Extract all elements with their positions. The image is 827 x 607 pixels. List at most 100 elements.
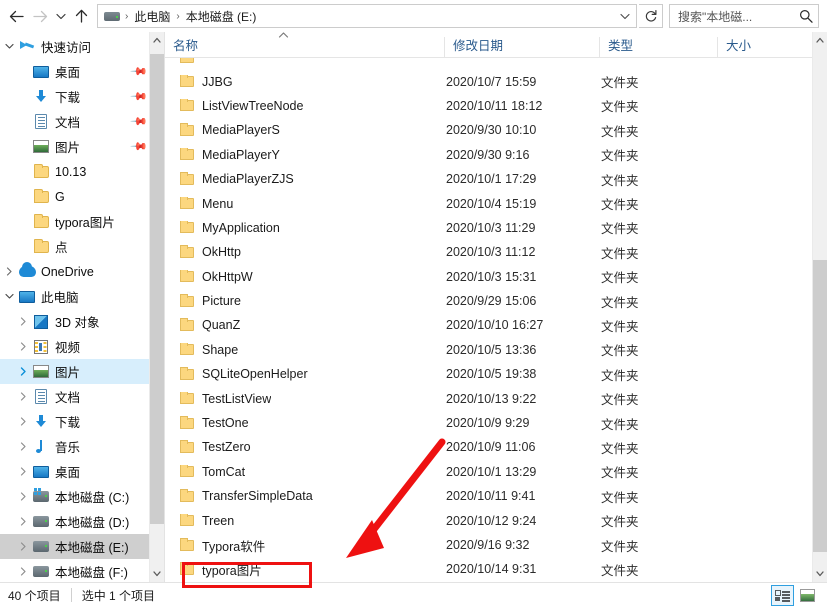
sidebar-item-drive-f[interactable]: 本地磁盘 (F:)	[0, 559, 150, 582]
file-date-cell: 2020/10/3 15:31	[446, 269, 537, 284]
scroll-up-icon[interactable]	[813, 32, 827, 48]
sidebar-item-drive-e[interactable]: 本地磁盘 (E:)	[0, 534, 150, 559]
chevron-right-icon[interactable]	[0, 267, 18, 276]
folder-icon	[179, 147, 195, 161]
sidebar-item-drive-c[interactable]: 本地磁盘 (C:)	[0, 484, 150, 509]
chevron-right-icon[interactable]	[14, 542, 32, 551]
chevron-down-icon[interactable]	[0, 293, 18, 300]
recent-locations-button[interactable]	[52, 3, 70, 29]
table-row[interactable]: MediaPlayerS 2020/9/30 10:10 文件夹	[165, 118, 812, 142]
chevron-right-icon[interactable]	[14, 342, 32, 351]
table-row[interactable]: TomCat 2020/10/1 13:29 文件夹	[165, 460, 812, 484]
sidebar-group-onedrive[interactable]: OneDrive	[0, 259, 150, 284]
table-row[interactable]: MediaPlayerY 2020/9/30 9:16 文件夹	[165, 143, 812, 167]
table-row[interactable]: ListViewTreeNode 2020/10/11 18:12 文件夹	[165, 94, 812, 118]
table-row[interactable]: TestOne 2020/10/9 9:29 文件夹	[165, 411, 812, 435]
chevron-right-icon[interactable]	[14, 517, 32, 526]
table-row[interactable]: Menu 2020/10/4 15:19 文件夹	[165, 191, 812, 215]
breadcrumb-item-this-pc[interactable]: 此电脑	[132, 8, 172, 25]
sidebar-item-documents-pc[interactable]: 文档	[0, 384, 150, 409]
table-row[interactable]	[165, 58, 812, 69]
file-name-cell: SQLiteOpenHelper	[165, 367, 444, 381]
table-row[interactable]: TestZero 2020/10/9 11:06 文件夹	[165, 435, 812, 459]
address-bar[interactable]: › 此电脑 › 本地磁盘 (E:)	[97, 4, 637, 28]
up-button[interactable]	[70, 3, 92, 29]
sidebar-item-videos[interactable]: 视频	[0, 334, 150, 359]
table-row[interactable]: JJBG 2020/10/7 15:59 文件夹	[165, 69, 812, 93]
sidebar-item-typora-images[interactable]: typora图片	[0, 209, 150, 234]
sidebar-item-desktop[interactable]: 桌面 📌	[0, 59, 150, 84]
sidebar-item-desktop-pc[interactable]: 桌面	[0, 459, 150, 484]
scroll-track[interactable]	[813, 48, 827, 566]
table-row[interactable]: typora图片 2020/10/14 9:31 文件夹	[165, 557, 812, 581]
sidebar-item-documents[interactable]: 文档 📌	[0, 109, 150, 134]
chevron-right-icon[interactable]	[14, 567, 32, 576]
file-date-cell: 2020/10/12 9:24	[446, 513, 537, 528]
search-input[interactable]: 搜索"本地磁...	[678, 8, 798, 25]
refresh-button[interactable]	[639, 4, 663, 28]
chevron-right-icon[interactable]	[14, 492, 32, 501]
sidebar-group-quick-access[interactable]: 快速访问	[0, 34, 150, 59]
file-name-cell: Typora软件	[165, 536, 444, 555]
address-dropdown-button[interactable]	[616, 5, 634, 27]
breadcrumb-item-drive-e[interactable]: 本地磁盘 (E:)	[184, 8, 259, 25]
table-row[interactable]: MyApplication 2020/10/3 11:29 文件夹	[165, 216, 812, 240]
sidebar-item-dian[interactable]: 点	[0, 234, 150, 259]
file-name: MediaPlayerZJS	[202, 172, 294, 187]
chevron-right-icon[interactable]	[14, 417, 32, 426]
scroll-up-icon[interactable]	[150, 32, 164, 48]
details-view-button[interactable]	[771, 584, 794, 606]
sidebar-scrollbar[interactable]	[149, 32, 164, 582]
scroll-track[interactable]	[150, 48, 164, 566]
pin-icon[interactable]: 📌	[129, 137, 148, 156]
back-button[interactable]	[4, 3, 28, 29]
column-header-type[interactable]: 类型	[599, 37, 717, 57]
sidebar-item-downloads-pc[interactable]: 下载	[0, 409, 150, 434]
file-list-scrollbar[interactable]	[812, 32, 827, 582]
scroll-down-icon[interactable]	[813, 566, 827, 582]
scroll-thumb[interactable]	[813, 260, 827, 552]
folder-icon	[179, 269, 195, 283]
pin-star-icon	[18, 40, 36, 54]
sidebar-item-3d-objects[interactable]: 3D 对象	[0, 309, 150, 334]
search-box[interactable]: 搜索"本地磁...	[669, 4, 819, 28]
sidebar-item-1013[interactable]: 10.13	[0, 159, 150, 184]
monitor-icon	[18, 290, 36, 303]
file-date-cell: 2020/10/3 11:12	[446, 245, 536, 260]
table-row[interactable]: Typora软件 2020/9/16 9:32 文件夹	[165, 533, 812, 557]
sidebar-item-pictures[interactable]: 图片 📌	[0, 134, 150, 159]
table-row[interactable]: Treen 2020/10/12 9:24 文件夹	[165, 508, 812, 532]
sidebar-group-this-pc[interactable]: 此电脑	[0, 284, 150, 309]
chevron-right-icon[interactable]	[14, 392, 32, 401]
scroll-down-icon[interactable]	[150, 566, 164, 582]
sidebar-item-downloads[interactable]: 下载 📌	[0, 84, 150, 109]
table-row[interactable]: SQLiteOpenHelper 2020/10/5 19:38 文件夹	[165, 362, 812, 386]
column-header-size[interactable]: 大小	[717, 37, 813, 57]
chevron-right-icon[interactable]	[14, 317, 32, 326]
forward-button[interactable]	[28, 3, 52, 29]
column-header-name[interactable]: 名称	[165, 32, 444, 57]
pin-icon[interactable]: 📌	[129, 87, 148, 106]
table-row[interactable]: Shape 2020/10/5 13:36 文件夹	[165, 338, 812, 362]
table-row[interactable]: OkHttp 2020/10/3 11:12 文件夹	[165, 240, 812, 264]
chevron-right-icon[interactable]	[14, 367, 32, 376]
scroll-thumb[interactable]	[150, 54, 164, 524]
table-row[interactable]: TestListView 2020/10/13 9:22 文件夹	[165, 386, 812, 410]
sidebar-item-g[interactable]: G	[0, 184, 150, 209]
table-row[interactable]: QuanZ 2020/10/10 16:27 文件夹	[165, 313, 812, 337]
drive-icon	[32, 566, 50, 577]
sidebar-item-music[interactable]: 音乐	[0, 434, 150, 459]
column-header-date[interactable]: 修改日期	[444, 37, 599, 57]
sidebar-item-pictures-pc[interactable]: 图片	[0, 359, 150, 384]
chevron-right-icon[interactable]	[14, 442, 32, 451]
chevron-down-icon[interactable]	[0, 43, 18, 50]
table-row[interactable]: MediaPlayerZJS 2020/10/1 17:29 文件夹	[165, 167, 812, 191]
large-icons-view-button[interactable]	[796, 585, 819, 606]
table-row[interactable]: OkHttpW 2020/10/3 15:31 文件夹	[165, 265, 812, 289]
pin-icon[interactable]: 📌	[129, 112, 148, 131]
sidebar-item-drive-d[interactable]: 本地磁盘 (D:)	[0, 509, 150, 534]
table-row[interactable]: TransferSimpleData 2020/10/11 9:41 文件夹	[165, 484, 812, 508]
pin-icon[interactable]: 📌	[129, 62, 148, 81]
table-row[interactable]: Picture 2020/9/29 15:06 文件夹	[165, 289, 812, 313]
chevron-right-icon[interactable]	[14, 467, 32, 476]
